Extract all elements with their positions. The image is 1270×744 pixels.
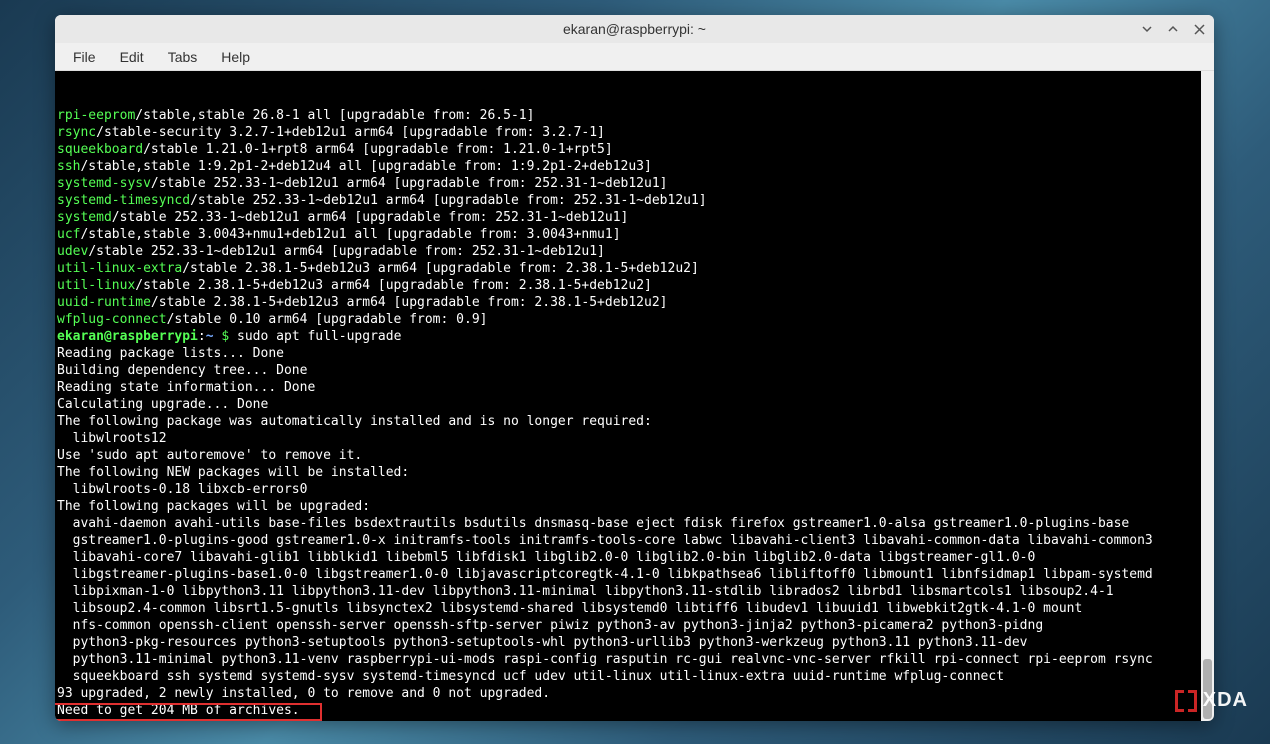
menu-edit[interactable]: Edit bbox=[110, 45, 154, 69]
window-title: ekaran@raspberrypi: ~ bbox=[563, 21, 706, 37]
menubar: File Edit Tabs Help bbox=[55, 43, 1214, 71]
maximize-button[interactable] bbox=[1166, 22, 1180, 36]
menu-file[interactable]: File bbox=[63, 45, 106, 69]
window-controls bbox=[1140, 15, 1206, 43]
menu-help[interactable]: Help bbox=[211, 45, 260, 69]
scrollbar[interactable] bbox=[1201, 71, 1214, 721]
close-button[interactable] bbox=[1192, 22, 1206, 36]
menu-tabs[interactable]: Tabs bbox=[158, 45, 208, 69]
minimize-button[interactable] bbox=[1140, 22, 1154, 36]
terminal-window: ekaran@raspberrypi: ~ File Edit Tabs Hel… bbox=[55, 15, 1214, 721]
xda-logo-text: XDA bbox=[1203, 689, 1248, 712]
xda-logo-icon bbox=[1175, 690, 1197, 712]
xda-watermark: XDA bbox=[1175, 689, 1248, 712]
terminal-output[interactable]: rpi-eeprom/stable,stable 26.8-1 all [upg… bbox=[55, 71, 1214, 721]
titlebar[interactable]: ekaran@raspberrypi: ~ bbox=[55, 15, 1214, 43]
